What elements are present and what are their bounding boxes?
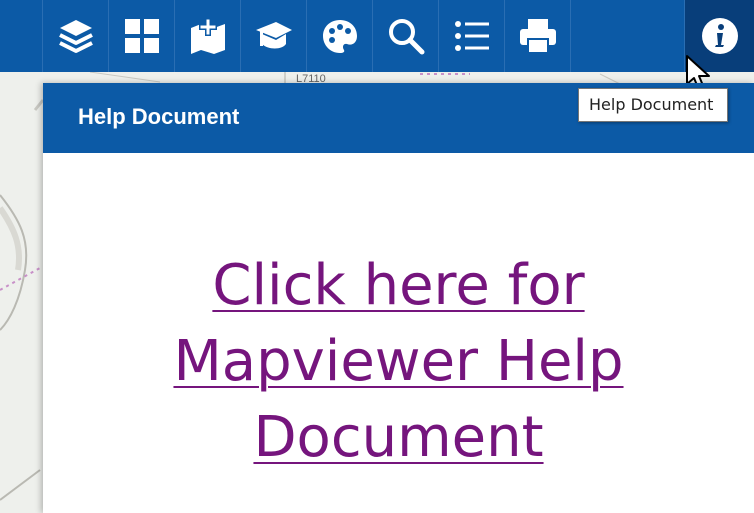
help-tooltip: Help Document	[578, 88, 729, 122]
toolbar	[0, 0, 754, 72]
list-icon	[454, 21, 489, 51]
printer-icon	[519, 19, 556, 54]
link-line-2: Mapviewer Help	[173, 329, 624, 394]
search-icon	[388, 19, 424, 55]
palette-icon	[322, 20, 357, 53]
map-plus-icon	[190, 18, 225, 54]
basemap-gallery-button[interactable]	[108, 0, 174, 72]
info-icon	[701, 18, 738, 54]
add-data-button[interactable]	[174, 0, 240, 72]
unlabeled-button[interactable]	[570, 0, 636, 72]
layers-icon	[58, 20, 93, 53]
link-line-3: Document	[253, 405, 544, 470]
theme-button[interactable]	[306, 0, 372, 72]
help-document-link[interactable]: Click here for Mapviewer Help Document	[43, 248, 754, 476]
panel-body: Click here for Mapviewer Help Document	[43, 153, 754, 513]
graduation-cap-icon	[255, 22, 292, 49]
legend-button[interactable]	[438, 0, 504, 72]
layers-button[interactable]	[42, 0, 108, 72]
education-button[interactable]	[240, 0, 306, 72]
help-panel: Help Document Click here for Mapviewer H…	[43, 83, 754, 513]
search-button[interactable]	[372, 0, 438, 72]
link-line-1: Click here for	[212, 253, 585, 318]
panel-title: Help Document	[78, 104, 240, 129]
print-button[interactable]	[504, 0, 570, 72]
grid-icon	[124, 19, 159, 53]
